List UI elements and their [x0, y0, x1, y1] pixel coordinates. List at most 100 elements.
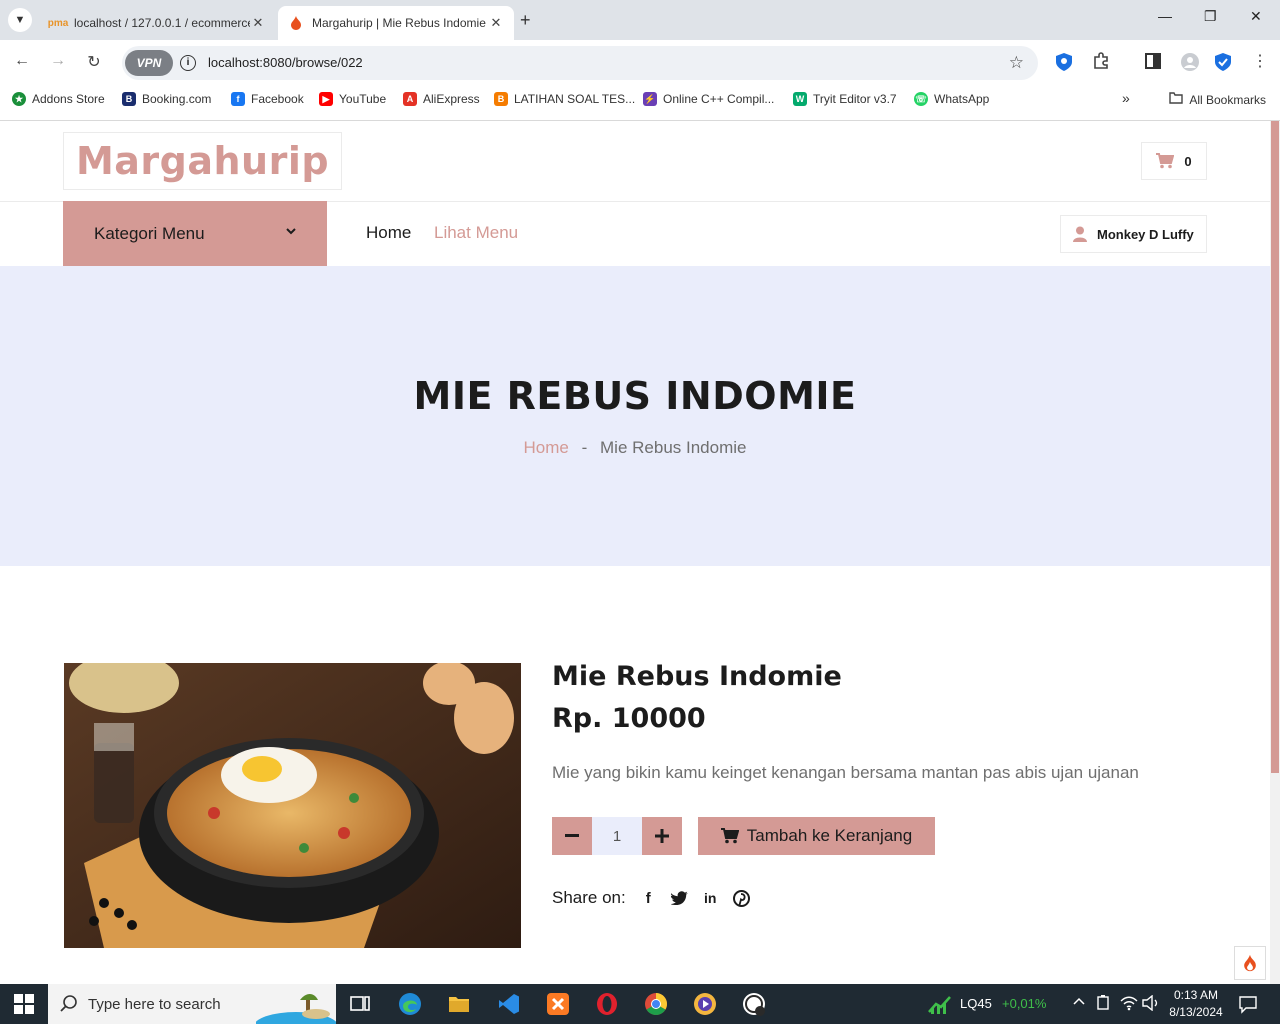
bookmark-booking[interactable]: B Booking.com — [122, 92, 211, 106]
bookmark-aliexpress[interactable]: A AliExpress — [403, 92, 480, 106]
vpn-badge[interactable]: VPN — [125, 50, 173, 76]
breadcrumb-home-link[interactable]: Home — [524, 438, 569, 457]
vscode-icon[interactable] — [497, 992, 521, 1016]
cart-button[interactable]: 0 — [1141, 142, 1207, 180]
bookmark-label: AliExpress — [423, 92, 480, 106]
product-description: Mie yang bikin kamu keinget kenangan ber… — [552, 763, 1139, 782]
hero-banner: MIE REBUS INDOMIE Home - Mie Rebus Indom… — [0, 266, 1270, 566]
user-account-button[interactable]: Monkey D Luffy — [1060, 215, 1207, 253]
decrease-quantity-button[interactable] — [552, 817, 592, 855]
browser-toolbar: ← → ↻ VPN i localhost:8080/browse/022 ☆ … — [0, 40, 1280, 86]
w3schools-icon: W — [793, 92, 807, 106]
shield-extension-icon[interactable] — [1056, 53, 1072, 76]
bookmark-latihan-soal[interactable]: B LATIHAN SOAL TES... — [494, 92, 635, 106]
bitwarden-shield-icon[interactable] — [1215, 53, 1231, 76]
restore-icon[interactable]: ❐ — [1204, 8, 1217, 25]
facebook-icon[interactable]: f — [640, 890, 657, 907]
speaker-icon[interactable] — [1142, 994, 1160, 1014]
site-info-icon[interactable]: i — [180, 55, 196, 71]
bookmark-label: Online C++ Compil... — [663, 92, 775, 106]
stock-name[interactable]: LQ45 — [960, 996, 992, 1011]
forward-icon[interactable]: → — [48, 52, 68, 70]
blogger-icon: B — [494, 92, 508, 106]
product-price: Rp. 10000 — [552, 703, 706, 734]
all-bookmarks-button[interactable]: All Bookmarks — [1169, 92, 1266, 107]
wifi-icon[interactable] — [1120, 995, 1138, 1014]
minus-icon — [565, 834, 579, 837]
bookmark-whatsapp[interactable]: ☏ WhatsApp — [914, 92, 989, 106]
address-bar[interactable]: VPN i localhost:8080/browse/022 ☆ — [122, 46, 1038, 80]
task-view-icon[interactable] — [348, 992, 372, 1016]
windows-taskbar: Type here to search LQ45 +0,01% 0:13 AM … — [0, 984, 1280, 1024]
page-title: MIE REBUS INDOMIE — [413, 374, 857, 418]
bookmark-facebook[interactable]: f Facebook — [231, 92, 304, 106]
notification-icon[interactable] — [1238, 994, 1258, 1017]
quantity-stepper: 1 — [552, 817, 682, 855]
edge-icon[interactable] — [398, 992, 422, 1016]
close-window-icon[interactable]: ✕ — [1250, 8, 1262, 25]
facebook-icon: f — [231, 92, 245, 106]
flame-icon — [288, 15, 304, 31]
bookmark-tryit-editor[interactable]: W Tryit Editor v3.7 — [793, 92, 897, 106]
youtube-icon: ▶ — [319, 92, 333, 106]
booking-icon: B — [122, 92, 136, 106]
profile-avatar-icon[interactable] — [1181, 53, 1199, 76]
web-page: Margahurip 0 Kategori Menu Home Lihat Me… — [0, 121, 1270, 984]
bookmark-addons-store[interactable]: ★ Addons Store — [12, 92, 105, 106]
bookmark-star-icon[interactable]: ☆ — [1009, 53, 1024, 73]
bookmarks-overflow-icon[interactable]: » — [1122, 90, 1130, 106]
search-icon — [60, 995, 77, 1012]
nav-home-link[interactable]: Home — [366, 223, 411, 243]
clock-date: 8/13/2024 — [1169, 1005, 1223, 1019]
minimize-icon[interactable]: — — [1158, 8, 1172, 24]
browser-app-icon[interactable] — [693, 992, 717, 1016]
file-explorer-icon[interactable] — [447, 992, 471, 1016]
url-text[interactable]: localhost:8080/browse/022 — [208, 55, 363, 70]
chevron-down-icon — [286, 228, 296, 235]
product-name: Mie Rebus Indomie — [552, 661, 842, 692]
clock[interactable]: 0:13 AM 8/13/2024 — [1168, 987, 1224, 1021]
debug-toolbar-flame-icon[interactable] — [1234, 946, 1266, 980]
linkedin-icon[interactable]: in — [702, 890, 719, 907]
reload-icon[interactable]: ↻ — [84, 52, 104, 72]
add-to-cart-button[interactable]: Tambah ke Keranjang — [698, 817, 935, 855]
tab-margahurip[interactable]: Margahurip | Mie Rebus Indomie ✕ — [278, 6, 514, 40]
site-logo[interactable]: Margahurip — [76, 139, 329, 183]
chevron-up-icon[interactable] — [1072, 995, 1086, 1012]
bookmark-youtube[interactable]: ▶ YouTube — [319, 92, 386, 106]
category-menu-button[interactable]: Kategori Menu — [63, 201, 327, 266]
chrome-icon[interactable] — [644, 992, 668, 1016]
close-icon[interactable]: ✕ — [250, 15, 266, 31]
tab-search-chevron-icon[interactable]: ▼ — [8, 8, 32, 32]
xampp-icon[interactable] — [546, 992, 570, 1016]
taskbar-search-box[interactable]: Type here to search — [48, 984, 336, 1024]
quantity-input[interactable]: 1 — [592, 817, 642, 855]
windows-start-icon[interactable] — [14, 994, 34, 1014]
nav-lihat-menu-link[interactable]: Lihat Menu — [434, 223, 518, 243]
extensions-puzzle-icon[interactable] — [1092, 52, 1110, 75]
bookmark-label: WhatsApp — [934, 92, 990, 106]
kebab-menu-icon[interactable]: ⋮ — [1252, 51, 1268, 71]
opera-icon[interactable] — [595, 992, 619, 1016]
breadcrumb-separator: - — [581, 438, 588, 457]
tab-phpmyadmin[interactable]: pma localhost / 127.0.0.1 / ecommerce ✕ — [40, 6, 276, 40]
all-bookmarks-label: All Bookmarks — [1189, 92, 1266, 107]
back-icon[interactable]: ← — [12, 52, 32, 70]
clock-time: 0:13 AM — [1173, 988, 1219, 1002]
side-panel-icon[interactable] — [1145, 53, 1161, 74]
stock-change[interactable]: +0,01% — [1002, 996, 1046, 1011]
close-icon[interactable]: ✕ — [488, 15, 504, 31]
site-logo-box[interactable]: Margahurip — [63, 132, 342, 190]
search-highlight-illustration-icon — [256, 994, 336, 1024]
twitter-icon[interactable] — [670, 890, 688, 907]
whatsapp-icon[interactable] — [742, 992, 766, 1016]
pinterest-icon[interactable] — [732, 889, 750, 907]
scrollbar-thumb[interactable] — [1271, 121, 1279, 773]
bookmark-online-cpp[interactable]: ⚡ Online C++ Compil... — [643, 92, 774, 106]
breadcrumb-current: Mie Rebus Indomie — [600, 438, 747, 457]
page-scrollbar[interactable] — [1270, 121, 1280, 984]
battery-icon[interactable] — [1096, 995, 1110, 1014]
new-tab-button[interactable]: + — [520, 10, 531, 31]
bookmark-label: YouTube — [339, 92, 387, 106]
increase-quantity-button[interactable] — [642, 817, 682, 855]
